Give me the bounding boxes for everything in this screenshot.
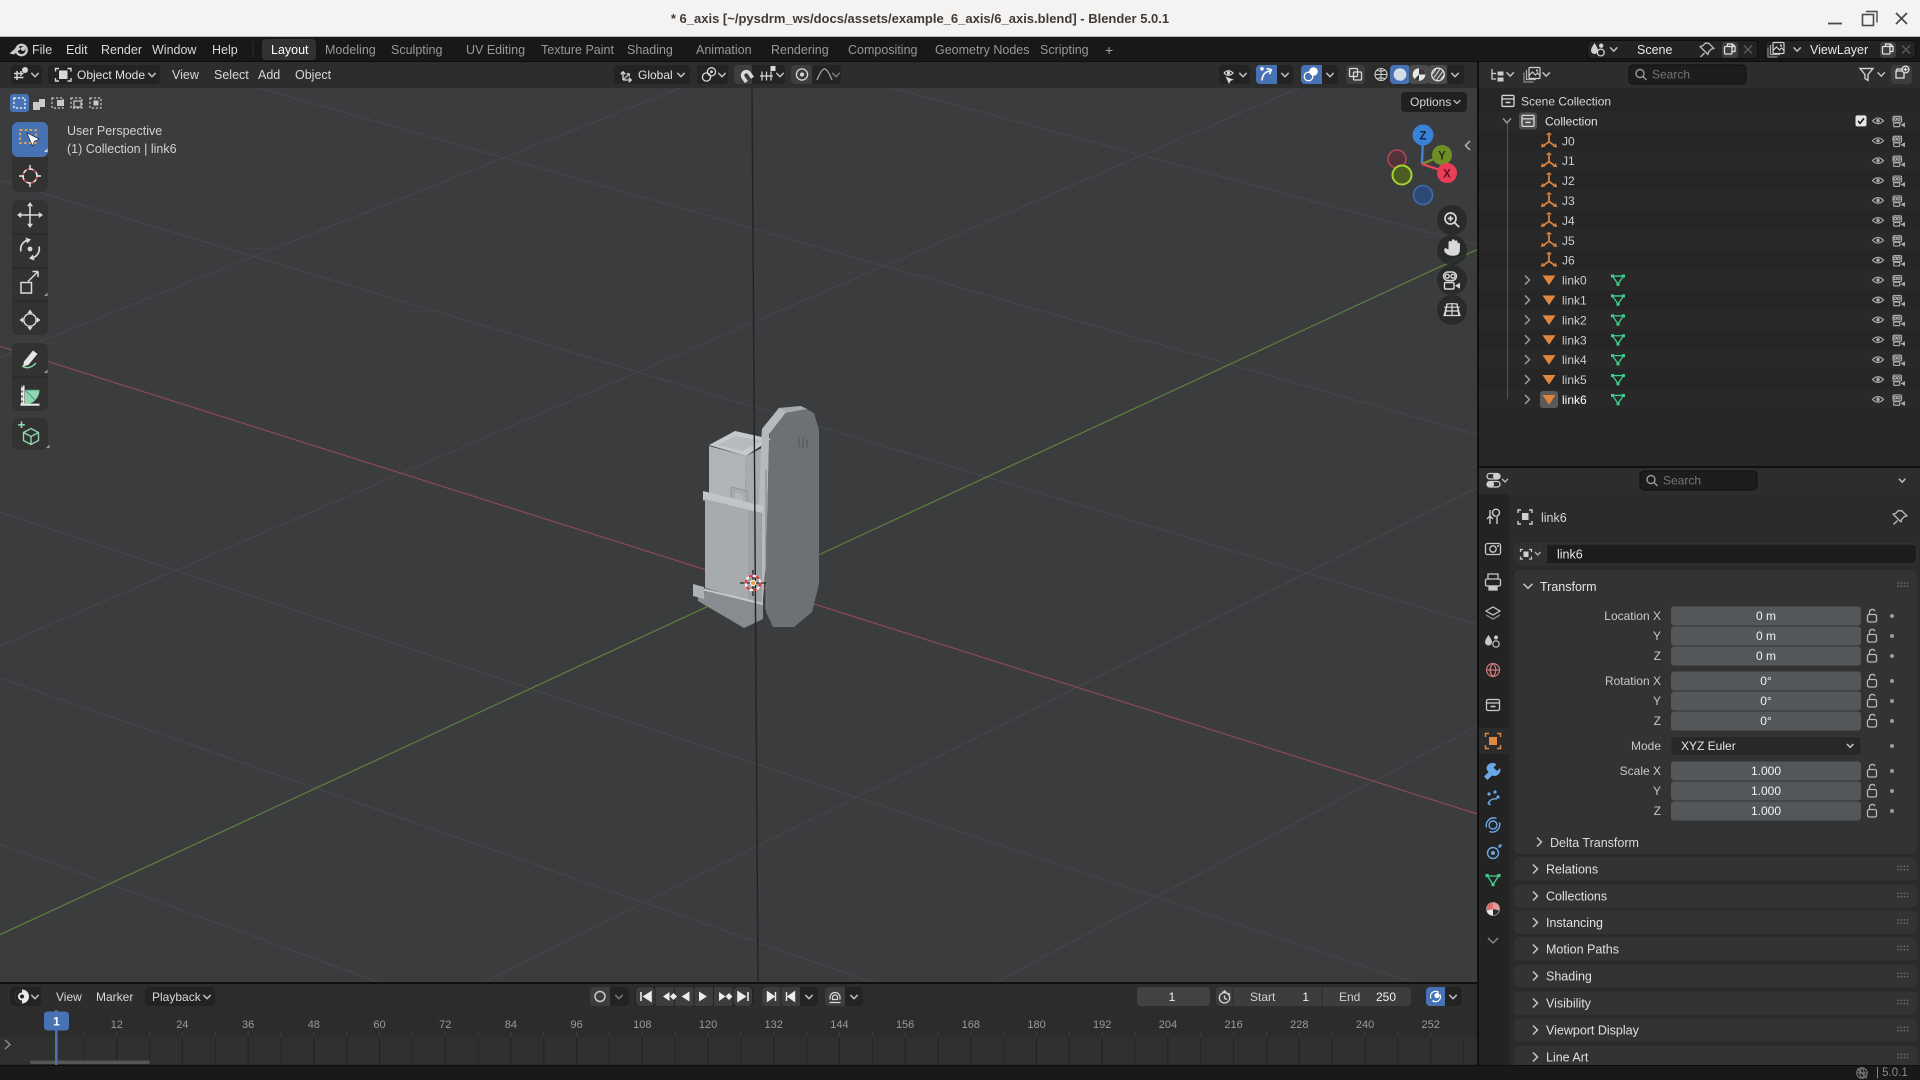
svg-text:Marker: Marker — [96, 990, 133, 1004]
svg-text:204: 204 — [1159, 1019, 1177, 1031]
svg-text:(1) Collection | link6: (1) Collection | link6 — [67, 142, 177, 156]
svg-text:1.000: 1.000 — [1751, 804, 1781, 818]
svg-text:link0: link0 — [1562, 274, 1587, 288]
svg-text:Line Art: Line Art — [1546, 1051, 1589, 1065]
svg-text:72: 72 — [439, 1019, 451, 1031]
svg-text:Global: Global — [638, 68, 673, 82]
svg-text:252: 252 — [1422, 1019, 1440, 1031]
svg-text:Mode: Mode — [1631, 739, 1661, 753]
svg-text:0°: 0° — [1760, 674, 1772, 688]
svg-text:link6: link6 — [1541, 511, 1567, 525]
svg-text:Scene Collection: Scene Collection — [1521, 94, 1611, 108]
svg-text:1.000: 1.000 — [1751, 784, 1781, 798]
svg-text:0°: 0° — [1760, 714, 1772, 728]
svg-text:192: 192 — [1093, 1019, 1111, 1031]
svg-text:Start: Start — [1250, 990, 1276, 1004]
svg-text:48: 48 — [308, 1019, 320, 1031]
svg-text:Transform: Transform — [1540, 580, 1597, 594]
svg-text:Instancing: Instancing — [1546, 916, 1603, 930]
svg-text:1: 1 — [53, 1015, 60, 1029]
svg-text:Select: Select — [214, 68, 249, 82]
svg-text:J1: J1 — [1562, 154, 1575, 168]
svg-text:144: 144 — [830, 1019, 848, 1031]
svg-text:J0: J0 — [1562, 134, 1575, 148]
svg-text:132: 132 — [765, 1019, 783, 1031]
svg-text:12: 12 — [111, 1019, 123, 1031]
svg-text:J4: J4 — [1562, 214, 1575, 228]
svg-text:Rotation X: Rotation X — [1605, 674, 1661, 688]
svg-text:0 m: 0 m — [1756, 649, 1776, 663]
svg-text:link3: link3 — [1562, 333, 1587, 347]
svg-text:J5: J5 — [1562, 234, 1575, 248]
svg-text:Y: Y — [1653, 629, 1661, 643]
svg-text:168: 168 — [962, 1019, 980, 1031]
svg-text:216: 216 — [1224, 1019, 1242, 1031]
svg-text:1: 1 — [1302, 990, 1309, 1004]
svg-text:Add: Add — [258, 68, 280, 82]
svg-text:Search: Search — [1663, 474, 1701, 488]
svg-text:180: 180 — [1027, 1019, 1045, 1031]
svg-text:User Perspective: User Perspective — [67, 124, 162, 138]
svg-text:J6: J6 — [1562, 254, 1575, 268]
svg-text:View: View — [56, 990, 82, 1004]
svg-text:Motion Paths: Motion Paths — [1546, 943, 1619, 957]
svg-text:Object Mode: Object Mode — [77, 68, 145, 82]
svg-text:Scale X: Scale X — [1620, 764, 1661, 778]
svg-text:Options: Options — [1410, 95, 1451, 109]
svg-text:Y: Y — [1653, 784, 1661, 798]
svg-text:0°: 0° — [1760, 694, 1772, 708]
svg-text:36: 36 — [242, 1019, 254, 1031]
svg-text:Collections: Collections — [1546, 890, 1607, 904]
svg-text:Z: Z — [1654, 714, 1661, 728]
svg-text:108: 108 — [633, 1019, 651, 1031]
svg-text:X: X — [1443, 169, 1451, 181]
svg-text:Z: Z — [1654, 649, 1661, 663]
svg-text:J2: J2 — [1562, 174, 1575, 188]
svg-text:240: 240 — [1356, 1019, 1374, 1031]
svg-text:Collection: Collection — [1545, 114, 1598, 128]
svg-text:0 m: 0 m — [1756, 609, 1776, 623]
svg-text:84: 84 — [505, 1019, 517, 1031]
svg-text:XYZ Euler: XYZ Euler — [1681, 739, 1736, 753]
svg-text:link2: link2 — [1562, 313, 1587, 327]
svg-text:250: 250 — [1376, 990, 1396, 1004]
svg-text:Search: Search — [1652, 68, 1690, 82]
svg-text:Y: Y — [1438, 151, 1446, 163]
svg-text:Z: Z — [1419, 131, 1426, 143]
svg-text:1: 1 — [1169, 990, 1176, 1004]
svg-text:Z: Z — [1654, 804, 1661, 818]
svg-text:120: 120 — [699, 1019, 717, 1031]
svg-text:60: 60 — [373, 1019, 385, 1031]
svg-text:link1: link1 — [1562, 293, 1587, 307]
svg-text:J3: J3 — [1562, 194, 1575, 208]
svg-text:Location X: Location X — [1604, 609, 1661, 623]
svg-text:Delta Transform: Delta Transform — [1550, 836, 1639, 850]
svg-text:link5: link5 — [1562, 373, 1587, 387]
svg-text:Playback: Playback — [152, 990, 202, 1004]
svg-text:View: View — [172, 68, 200, 82]
svg-text:Relations: Relations — [1546, 863, 1598, 877]
svg-text:link4: link4 — [1562, 353, 1587, 367]
svg-text:Y: Y — [1653, 694, 1661, 708]
svg-text:24: 24 — [176, 1019, 188, 1031]
svg-text:156: 156 — [896, 1019, 914, 1031]
svg-text:link6: link6 — [1557, 548, 1583, 562]
svg-text:End: End — [1339, 990, 1360, 1004]
svg-text:Visibility: Visibility — [1546, 997, 1592, 1011]
svg-text:96: 96 — [571, 1019, 583, 1031]
svg-text:0 m: 0 m — [1756, 629, 1776, 643]
svg-text:228: 228 — [1290, 1019, 1308, 1031]
svg-text:Viewport Display: Viewport Display — [1546, 1024, 1640, 1038]
svg-text:Object: Object — [295, 68, 332, 82]
svg-text:link6: link6 — [1562, 393, 1587, 407]
svg-text:1.000: 1.000 — [1751, 764, 1781, 778]
svg-text:Shading: Shading — [1546, 970, 1592, 984]
